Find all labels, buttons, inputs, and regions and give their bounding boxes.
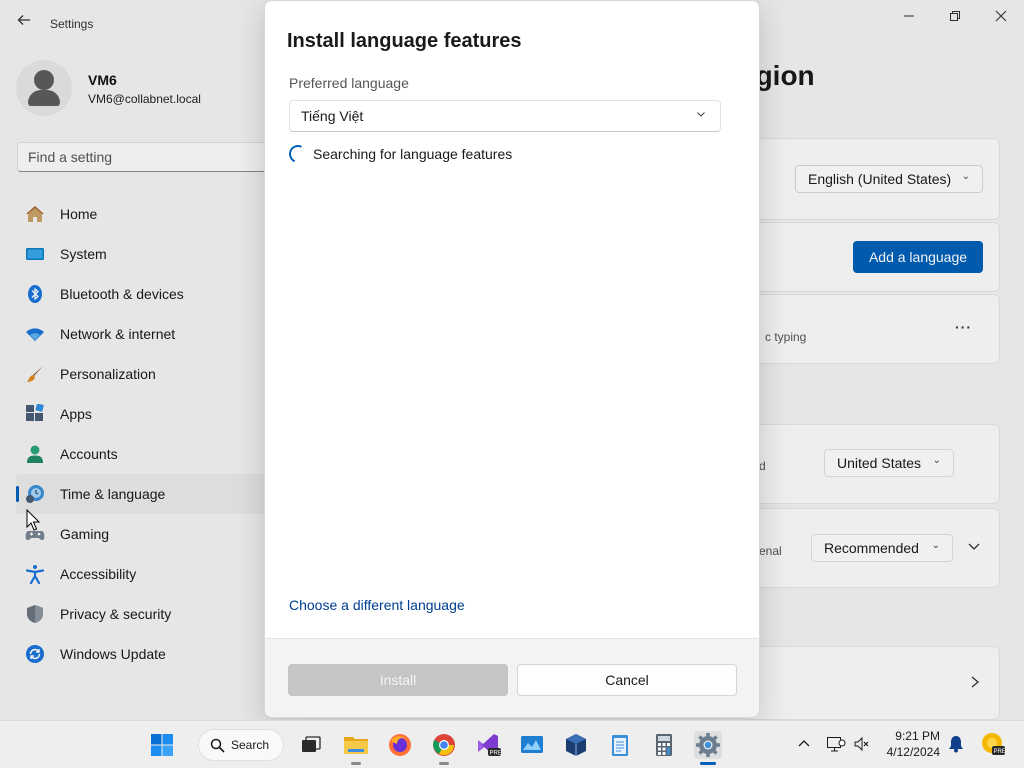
taskbar: Search PRE 9:21 PM 4/12/2024 PRE bbox=[0, 720, 1024, 768]
clock-time: 9:21 PM bbox=[895, 729, 940, 743]
install-button[interactable]: Install bbox=[288, 664, 508, 696]
settings-gear-icon bbox=[696, 733, 720, 757]
svg-text:PRE: PRE bbox=[490, 751, 502, 757]
dialog-title: Install language features bbox=[287, 30, 522, 52]
preferred-language-label: Preferred language bbox=[289, 75, 409, 91]
windows-logo-icon bbox=[151, 734, 173, 756]
chrome-button[interactable] bbox=[430, 731, 458, 759]
notepad-icon bbox=[612, 735, 628, 756]
firefox-button[interactable] bbox=[386, 731, 414, 759]
copilot-preview-button[interactable]: PRE bbox=[980, 731, 1006, 762]
calculator-icon bbox=[656, 734, 672, 756]
speaker-muted-icon bbox=[854, 736, 869, 752]
notifications-button[interactable] bbox=[948, 735, 964, 758]
settings-taskbar-button[interactable] bbox=[694, 731, 722, 759]
start-button[interactable] bbox=[148, 731, 176, 759]
clock-date: 4/12/2024 bbox=[886, 745, 940, 759]
running-indicator bbox=[439, 762, 449, 765]
monitor-network-icon bbox=[827, 737, 846, 752]
search-label: Search bbox=[231, 738, 270, 752]
calculator-button[interactable] bbox=[650, 731, 678, 759]
monitor-app-button[interactable] bbox=[518, 731, 546, 759]
chart-monitor-icon bbox=[521, 736, 543, 753]
show-hidden-icons-button[interactable] bbox=[797, 737, 811, 756]
choose-different-language-link[interactable]: Choose a different language bbox=[289, 597, 465, 613]
visual-studio-preview-icon: PRE bbox=[478, 734, 502, 757]
task-view-icon bbox=[302, 736, 321, 752]
bell-icon bbox=[949, 736, 963, 753]
notepad-button[interactable] bbox=[606, 731, 634, 759]
virtualbox-icon bbox=[566, 734, 586, 756]
volume-button[interactable] bbox=[853, 735, 871, 758]
firefox-icon bbox=[389, 734, 411, 756]
folder-icon bbox=[344, 737, 368, 754]
svg-text:PRE: PRE bbox=[994, 749, 1006, 755]
taskbar-search[interactable]: Search bbox=[198, 729, 284, 761]
dialog-footer: Install Cancel bbox=[265, 638, 759, 717]
search-icon bbox=[210, 738, 225, 753]
virtualbox-button[interactable] bbox=[562, 731, 590, 759]
chevron-up-icon bbox=[798, 740, 810, 747]
install-language-features-dialog: Install language features Preferred lang… bbox=[264, 0, 760, 718]
network-status-button[interactable] bbox=[826, 735, 846, 758]
task-view-button[interactable] bbox=[297, 731, 325, 759]
mouse-cursor-icon bbox=[26, 509, 40, 531]
chrome-icon bbox=[433, 734, 455, 756]
cancel-button[interactable]: Cancel bbox=[517, 664, 737, 696]
active-indicator bbox=[700, 762, 716, 765]
file-explorer-button[interactable] bbox=[342, 731, 370, 759]
status-text: Searching for language features bbox=[313, 146, 513, 162]
visual-studio-button[interactable]: PRE bbox=[474, 731, 502, 759]
preferred-language-dropdown[interactable]: Tiếng Việt bbox=[289, 100, 721, 132]
preferred-language-value: Tiếng Việt bbox=[301, 108, 364, 124]
chevron-down-icon bbox=[696, 109, 706, 122]
loading-spinner-icon bbox=[286, 142, 310, 166]
copilot-preview-icon: PRE bbox=[982, 733, 1006, 755]
taskbar-clock[interactable]: 9:21 PM 4/12/2024 bbox=[887, 728, 940, 760]
running-indicator bbox=[351, 762, 361, 765]
